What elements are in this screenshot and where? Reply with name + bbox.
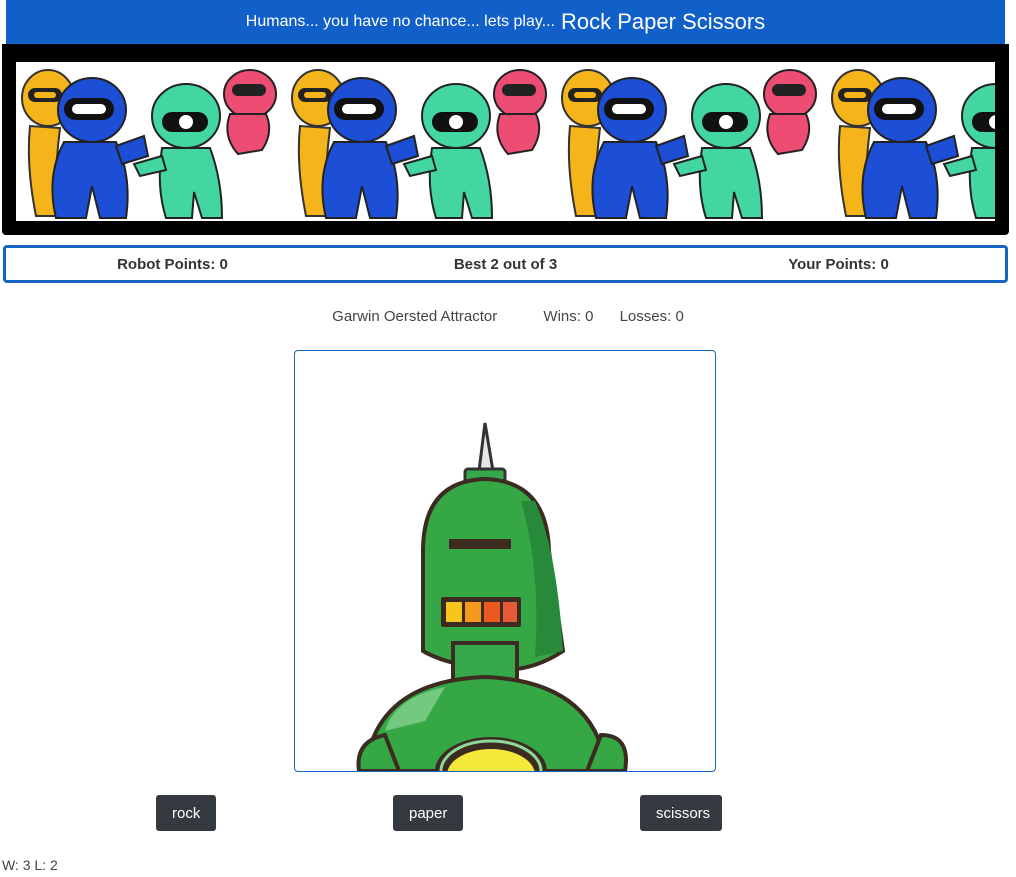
opponent-name: Garwin Oersted Attractor <box>332 308 498 325</box>
tagline: Humans... you have no chance... lets pla… <box>245 13 555 30</box>
paper-button[interactable]: paper <box>393 795 463 831</box>
robot-points: Robot Points: 0 <box>117 255 228 273</box>
green-robot-portrait <box>356 422 628 771</box>
match-format: Best 2 out of 3 <box>453 255 558 273</box>
rock-button[interactable]: rock <box>156 795 216 831</box>
opponent-losses: Losses: 0 <box>619 308 684 325</box>
your-points: Your Points: 0 <box>788 255 889 273</box>
scissors-button[interactable]: scissors <box>640 795 722 831</box>
scoreboard: Robot Points: 0 Best 2 out of 3 Your Poi… <box>3 245 1008 283</box>
opponent-wins: Wins: 0 <box>543 308 594 325</box>
opponent-portrait-card <box>294 350 716 772</box>
robots-banner-image <box>16 62 995 221</box>
overall-record: W: 3 L: 2 <box>2 857 58 873</box>
game-page: Humans... you have no chance... lets pla… <box>0 0 1016 877</box>
page-title: Rock Paper Scissors <box>561 9 766 34</box>
opponent-info: Garwin Oersted Attractor Wins: 0 Losses:… <box>0 308 1016 325</box>
title-bar: Humans... you have no chance... lets pla… <box>6 0 1005 44</box>
